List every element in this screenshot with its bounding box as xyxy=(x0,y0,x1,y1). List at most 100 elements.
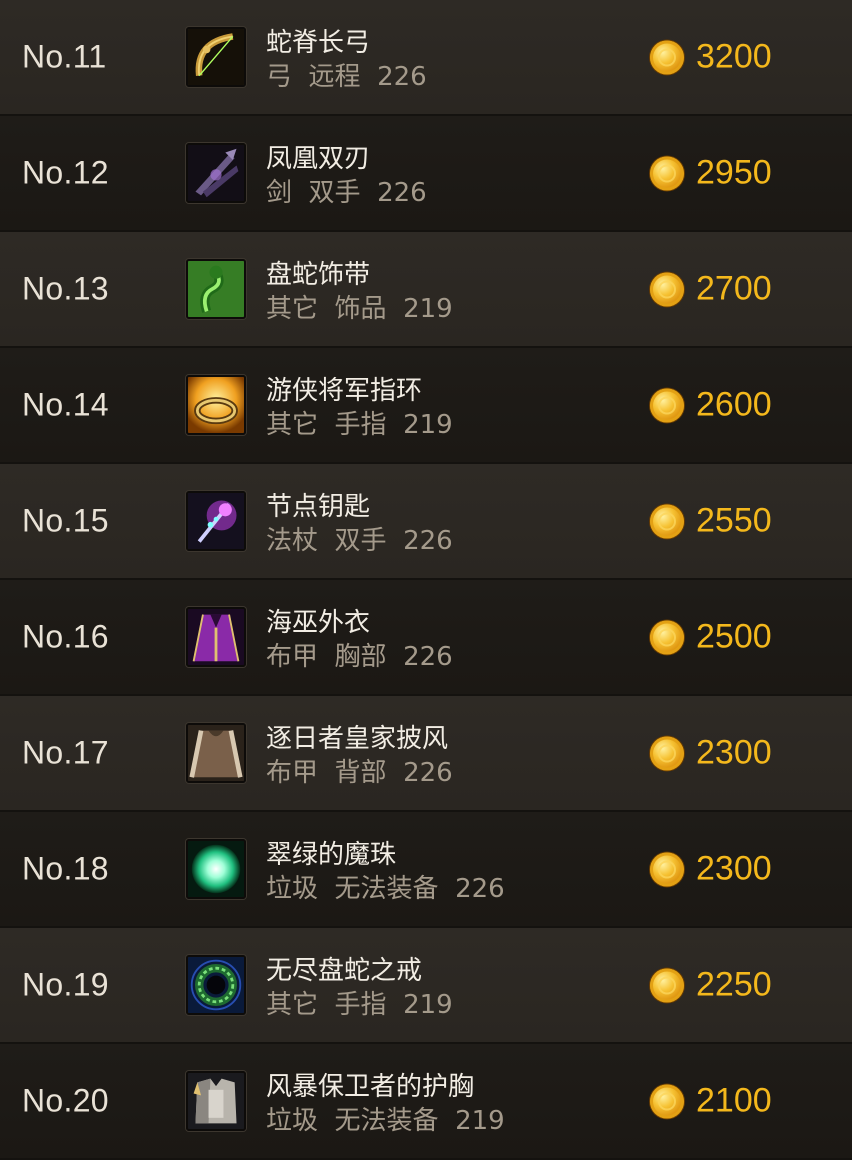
list-item[interactable]: No.19 无尽盘蛇之戒 其它 手指 219 2250 xyxy=(0,928,852,1044)
item-slot: 胸部 xyxy=(334,642,387,672)
item-name: 节点钥匙 xyxy=(266,492,371,522)
golden-ring-icon xyxy=(186,375,246,435)
item-type: 垃圾 xyxy=(266,1106,319,1136)
item-meta: 其它 饰品 219 xyxy=(266,288,453,325)
item-type: 垃圾 xyxy=(266,874,319,904)
item-slot: 双手 xyxy=(334,526,387,556)
item-slot: 无法装备 xyxy=(334,1106,439,1136)
list-item[interactable]: No.11 蛇脊长弓 弓 远程 226 3200 xyxy=(0,0,852,116)
price-amount: 2950 xyxy=(696,153,772,192)
item-name: 无尽盘蛇之戒 xyxy=(266,956,423,986)
item-level: 226 xyxy=(403,526,453,556)
item-price: 2300 xyxy=(650,734,772,773)
rank-label: No.11 xyxy=(22,38,107,75)
gold-coin-icon xyxy=(650,1084,684,1118)
coiled-serpent-icon xyxy=(186,259,246,319)
rank-label: No.18 xyxy=(22,850,109,887)
item-level: 219 xyxy=(455,1106,505,1136)
price-amount: 2300 xyxy=(696,733,772,772)
item-name: 逐日者皇家披风 xyxy=(266,724,449,754)
item-type: 其它 xyxy=(266,990,319,1020)
item-name: 凤凰双刃 xyxy=(266,144,371,174)
item-type: 布甲 xyxy=(266,642,319,672)
item-price: 2100 xyxy=(650,1082,772,1121)
item-level: 226 xyxy=(403,758,453,788)
item-type: 其它 xyxy=(266,410,319,440)
item-level: 219 xyxy=(403,990,453,1020)
rank-label: No.12 xyxy=(22,154,109,191)
list-item[interactable]: No.20 风暴保卫者的护胸 垃圾 无法装备 219 2100 xyxy=(0,1044,852,1160)
price-amount: 2100 xyxy=(696,1081,772,1120)
arcane-staff-icon xyxy=(186,491,246,551)
item-meta: 布甲 背部 226 xyxy=(266,752,453,789)
price-amount: 2700 xyxy=(696,269,772,308)
list-item[interactable]: No.17 逐日者皇家披风 布甲 背部 226 2300 xyxy=(0,696,852,812)
item-price: 2500 xyxy=(650,618,772,657)
gold-coin-icon xyxy=(650,504,684,538)
rank-label: No.13 xyxy=(22,270,109,307)
item-name: 风暴保卫者的护胸 xyxy=(266,1072,475,1102)
gold-coin-icon xyxy=(650,620,684,654)
item-price: 3200 xyxy=(650,38,772,77)
item-meta: 弓 远程 226 xyxy=(266,56,427,93)
list-item[interactable]: No.16 海巫外衣 布甲 胸部 226 2500 xyxy=(0,580,852,696)
item-level: 219 xyxy=(403,410,453,440)
rank-label: No.16 xyxy=(22,618,109,655)
cloak-icon xyxy=(186,723,246,783)
item-level: 226 xyxy=(377,62,427,92)
item-name: 翠绿的魔珠 xyxy=(266,840,397,870)
item-slot: 手指 xyxy=(334,410,387,440)
rank-label: No.19 xyxy=(22,966,109,1003)
gold-coin-icon xyxy=(650,968,684,1002)
list-item[interactable]: No.18 翠绿的魔珠 垃圾 无法装备 226 2300 xyxy=(0,812,852,928)
item-price: 2600 xyxy=(650,386,772,425)
item-type: 其它 xyxy=(266,294,319,324)
item-meta: 其它 手指 219 xyxy=(266,404,453,441)
item-price: 2550 xyxy=(650,502,772,541)
item-price: 2950 xyxy=(650,154,772,193)
item-price: 2700 xyxy=(650,270,772,309)
item-name: 蛇脊长弓 xyxy=(266,28,371,58)
gold-coin-icon xyxy=(650,388,684,422)
item-price: 2300 xyxy=(650,850,772,889)
item-name: 盘蛇饰带 xyxy=(266,260,371,290)
list-item[interactable]: No.12 凤凰双刃 剑 双手 226 2950 xyxy=(0,116,852,232)
price-amount: 2550 xyxy=(696,501,772,540)
rank-label: No.17 xyxy=(22,734,109,771)
rank-label: No.15 xyxy=(22,502,109,539)
item-level: 226 xyxy=(455,874,505,904)
item-level: 226 xyxy=(403,642,453,672)
item-meta: 法杖 双手 226 xyxy=(266,520,453,557)
item-meta: 其它 手指 219 xyxy=(266,984,453,1021)
item-slot: 远程 xyxy=(308,62,361,92)
price-amount: 2500 xyxy=(696,617,772,656)
list-item[interactable]: No.13 盘蛇饰带 其它 饰品 219 2700 xyxy=(0,232,852,348)
gold-coin-icon xyxy=(650,156,684,190)
item-type: 法杖 xyxy=(266,526,319,556)
item-meta: 布甲 胸部 226 xyxy=(266,636,453,673)
price-amount: 2250 xyxy=(696,965,772,1004)
item-type: 弓 xyxy=(266,62,293,92)
list-item[interactable]: No.15 节点钥匙 法杖 双手 226 2550 xyxy=(0,464,852,580)
item-name: 游侠将军指环 xyxy=(266,376,423,406)
item-ranking-list: No.11 蛇脊长弓 弓 远程 226 3200 No.12 凤凰双刃 剑 双手… xyxy=(0,0,852,1160)
item-slot: 无法装备 xyxy=(334,874,439,904)
item-meta: 垃圾 无法装备 219 xyxy=(266,1100,505,1137)
item-slot: 双手 xyxy=(308,178,361,208)
rank-label: No.14 xyxy=(22,386,109,423)
item-level: 226 xyxy=(377,178,427,208)
longbow-icon xyxy=(186,27,246,87)
item-slot: 手指 xyxy=(334,990,387,1020)
chest-armor-icon xyxy=(186,1071,246,1131)
serpent-ring-icon xyxy=(186,955,246,1015)
item-price: 2250 xyxy=(650,966,772,1005)
price-amount: 2600 xyxy=(696,385,772,424)
item-type: 布甲 xyxy=(266,758,319,788)
rank-label: No.20 xyxy=(22,1082,109,1119)
list-item[interactable]: No.14 游侠将军指环 其它 手指 219 2600 xyxy=(0,348,852,464)
gold-coin-icon xyxy=(650,40,684,74)
gold-coin-icon xyxy=(650,272,684,306)
gold-coin-icon xyxy=(650,852,684,886)
item-level: 219 xyxy=(403,294,453,324)
item-name: 海巫外衣 xyxy=(266,608,371,638)
